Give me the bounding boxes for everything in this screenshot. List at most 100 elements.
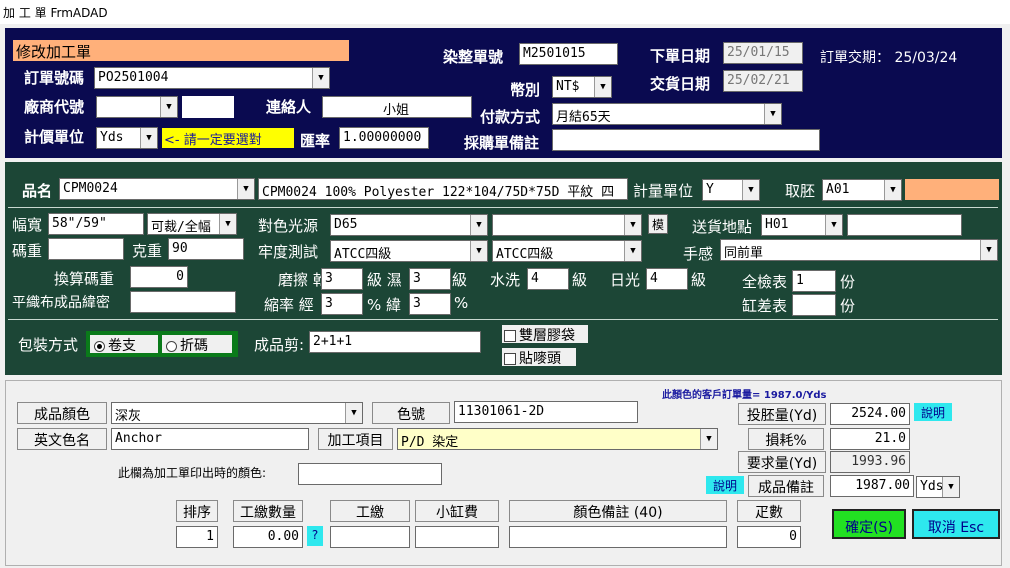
width-field[interactable]: 58"/59" [48,213,144,235]
embryo-value: A01 [826,182,850,197]
pack-fold-label: 折碼 [180,338,208,354]
color-no-field[interactable]: 11301061-2D [454,401,638,423]
cut-spec-field[interactable]: 2+1+1 [309,331,481,353]
order-no-select[interactable]: PO2501004 ▼ [94,67,330,89]
delivery-date-label: 交貨日期 [650,75,711,93]
shrink-weft-field[interactable]: 3 [409,293,451,315]
radio-empty-icon [166,340,177,352]
pack-roll-radio[interactable]: 卷支 [90,335,158,354]
sticker-checkbox[interactable]: 貼嘜頭 [502,348,576,367]
chevron-down-icon: ▼ [470,241,487,261]
process-select[interactable]: P/D 染定 ▼ [397,428,718,450]
po-note-label: 採購單備註 [464,134,540,152]
explain-button[interactable]: 說明 [706,476,744,494]
yard-weight-field[interactable] [48,238,124,260]
color-value: 深灰 [115,409,142,424]
vat-field[interactable] [792,294,836,316]
model-button[interactable]: 模 [648,214,668,234]
ship-label: 送貨地點 [692,218,753,236]
order-date-field[interactable]: 25/01/15 [723,42,803,64]
pack-roll-label: 卷支 [108,338,136,354]
fastness1-select[interactable]: ATCC四級 ▼ [330,240,488,262]
dye-no-field[interactable]: M2501015 [519,43,618,65]
en-color-label: 英文色名 [17,428,107,450]
pack-label: 包裝方式 [18,336,79,354]
ok-button[interactable]: 確定(S) [832,509,906,539]
fastness2-value: ATCC四級 [496,247,554,262]
cancel-button[interactable]: 取消 Esc [912,509,1000,539]
col-count: 疋數 [737,500,801,522]
hand-label: 手感 [683,245,714,263]
rate-field[interactable]: 1.00000000 [339,127,429,149]
delivery-date-field[interactable]: 25/02/21 [723,70,803,92]
embryo-label: 取胚 [785,182,816,200]
loss-label: 損耗% [748,428,824,450]
rub-wet-field[interactable]: 3 [409,268,451,290]
vendor-select[interactable]: ▼ [96,96,178,118]
explain-button[interactable]: 說明 [914,403,952,421]
color-no-label: 色號 [372,402,450,424]
help-button[interactable]: ? [307,526,323,546]
pay-select[interactable]: 月結65天 ▼ [552,103,782,125]
row-vat-fee-field[interactable] [415,526,499,548]
chevron-down-icon: ▼ [470,215,487,235]
price-unit-select[interactable]: Yds ▼ [96,127,158,149]
pack-fold-radio[interactable]: 折碼 [162,335,232,354]
density-field[interactable] [130,291,236,313]
hand-select[interactable]: 同前單 ▼ [720,239,998,261]
qty-unit-select[interactable]: Y ▼ [702,179,760,201]
embryo-name-field [905,179,999,200]
product-code-value: CPM0024 [63,181,118,196]
row-fee-field[interactable] [330,526,410,548]
light-label: 對色光源 [258,217,319,235]
inspect-field[interactable]: 1 [792,270,836,292]
gram-field[interactable]: 90 [168,238,244,260]
row-count-field[interactable]: 0 [737,526,801,548]
contact-label: 連絡人 [266,98,312,116]
contact-field[interactable]: 小姐 [322,96,472,118]
ship-select[interactable]: H01 ▼ [761,214,843,236]
convert-field[interactable]: 0 [130,266,188,288]
sun-field[interactable]: 4 [646,268,688,290]
chevron-down-icon: ▼ [594,77,611,97]
row-note-field[interactable] [509,526,727,548]
shrink-weft-label: % 緯 [367,296,402,314]
light-select[interactable]: D65 ▼ [330,214,488,236]
cut-value: 可裁/全幅 [151,220,211,235]
color-select[interactable]: 深灰 ▼ [111,402,363,424]
fastness2-select[interactable]: ATCC四級 ▼ [492,240,642,262]
product-desc-field[interactable]: CPM0024 100% Polyester 122*104/75D*75D 平… [258,178,628,200]
ship-name-field[interactable] [847,214,962,236]
shrink-warp-label: 縮率 經 [264,296,314,314]
light2-select[interactable]: ▼ [492,214,642,236]
shrink-warp-field[interactable]: 3 [321,293,363,315]
row-seq-field[interactable]: 1 [176,526,218,548]
convert-label: 換算碼重 [54,270,115,288]
mode-title: 修改加工單 [13,40,349,61]
vendor-label: 廠商代號 [24,98,85,116]
width-label: 幅寬 [12,216,43,234]
chevron-down-icon: ▼ [160,97,177,117]
row-qty-field[interactable]: 0.00 [233,526,303,548]
double-bag-checkbox[interactable]: 雙層膠袋 [502,325,588,344]
wash-field[interactable]: 4 [527,268,569,290]
finish-unit-select[interactable]: Yds ▼ [916,476,960,498]
rub-dry-field[interactable]: 3 [321,268,363,290]
cut-select[interactable]: 可裁/全幅 ▼ [147,213,237,235]
print-color-label: 此欄為加工單印出時的顏色: [118,466,267,480]
window-title: 加 工 單 FrmADAD [0,0,1010,24]
po-note-field[interactable] [552,129,820,151]
process-value: P/D 染定 [401,435,459,450]
product-code-select[interactable]: CPM0024 ▼ [59,178,255,200]
currency-select[interactable]: NT$ ▼ [552,76,612,98]
loss-field[interactable]: 21.0 [830,428,910,450]
embryo-qty-field[interactable]: 2524.00 [830,403,910,425]
sun-level-label: 級 [691,271,707,289]
embryo-select[interactable]: A01 ▼ [822,179,902,201]
en-color-field[interactable]: Anchor [111,428,309,450]
finish-field[interactable]: 1987.00 [830,475,914,497]
fastness-label: 牢度測試 [258,243,319,261]
print-color-field[interactable] [298,463,442,485]
checkbox-icon [504,353,516,365]
color-label: 成品顏色 [17,402,107,424]
